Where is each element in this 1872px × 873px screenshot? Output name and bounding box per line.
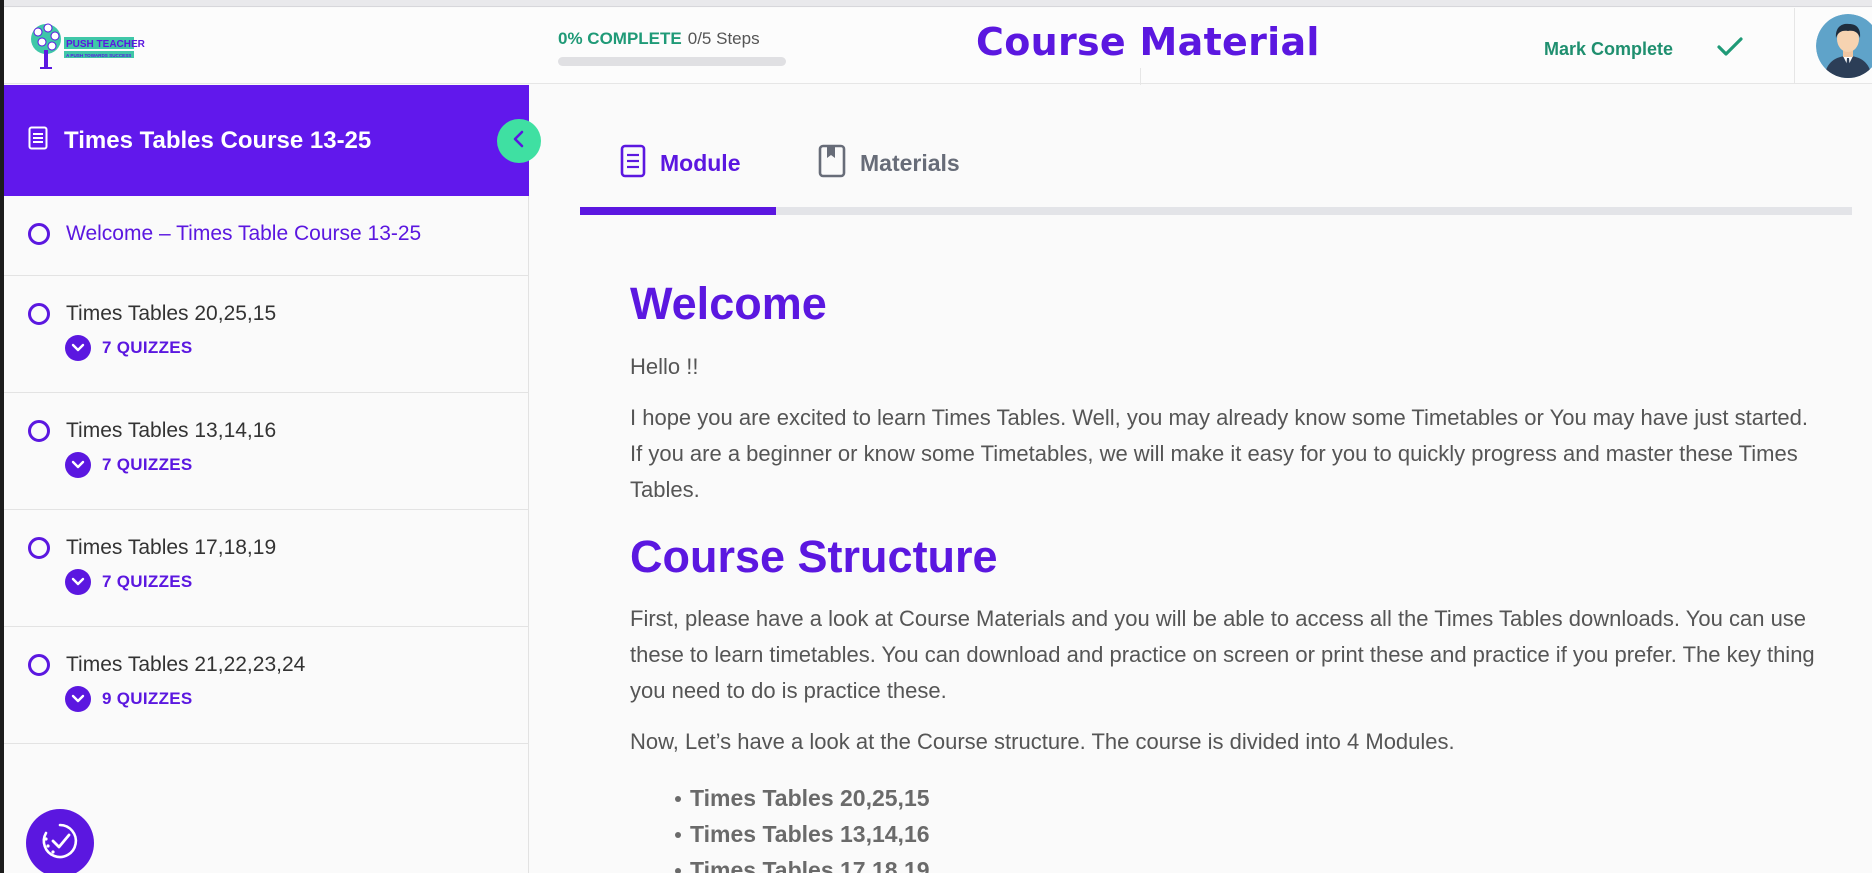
lesson-item-welcome[interactable]: Welcome – Times Table Course 13-25 bbox=[4, 196, 529, 276]
logo-title: PUSH TEACHER bbox=[66, 39, 146, 50]
lesson-label: Times Tables 17,18,19 bbox=[66, 536, 277, 559]
progress-label: 0% COMPLETE 0/5 Steps bbox=[558, 29, 760, 49]
hello-text: Hello !! bbox=[630, 354, 699, 379]
main-content: Module Materials Welcome Hello !! I hope… bbox=[530, 85, 1872, 873]
focus-mode-button[interactable] bbox=[26, 809, 94, 873]
chevron-down-icon bbox=[65, 335, 91, 361]
quizzes-toggle[interactable]: 7 QUIZZES bbox=[65, 569, 529, 595]
chevron-down-icon bbox=[65, 569, 91, 595]
tab-active-indicator bbox=[580, 207, 776, 215]
quizzes-count: 7 QUIZZES bbox=[102, 572, 193, 591]
lesson-label: Times Tables 20,25,15 bbox=[66, 302, 277, 325]
document-icon bbox=[620, 144, 646, 183]
stopwatch-check-icon bbox=[38, 819, 82, 868]
chevron-left-icon bbox=[512, 130, 526, 153]
structure-paragraph: First, please have a look at Course Mate… bbox=[630, 606, 1815, 703]
collapse-sidebar-button[interactable] bbox=[497, 119, 541, 163]
top-header: PUSH TEACHER A PUSH TOWARDS SUCCESS 0% C… bbox=[4, 8, 1872, 90]
lesson-item-21-22-23-24[interactable]: Times Tables 21,22,23,24 9 QUIZZES bbox=[4, 627, 529, 744]
lesson-status-circle-icon bbox=[28, 223, 50, 245]
content-tabs: Module Materials bbox=[580, 123, 1852, 215]
page-title: Course Material bbox=[976, 20, 1320, 64]
tab-label: Materials bbox=[860, 149, 960, 176]
list-item: Times Tables 13,14,16 bbox=[675, 816, 930, 852]
course-structure-heading: Course Structure bbox=[630, 531, 998, 582]
chevron-down-icon bbox=[65, 452, 91, 478]
window-top-border bbox=[0, 0, 1872, 7]
quizzes-count: 7 QUIZZES bbox=[102, 338, 193, 357]
lesson-label: Welcome – Times Table Course 13-25 bbox=[66, 222, 422, 245]
bookmark-book-icon bbox=[818, 144, 846, 183]
lesson-list: Welcome – Times Table Course 13-25 Times… bbox=[4, 196, 529, 744]
progress-steps: 0/5 Steps bbox=[687, 29, 760, 48]
chevron-down-icon bbox=[65, 686, 91, 712]
window-left-border bbox=[0, 0, 4, 873]
progress-bar bbox=[558, 57, 786, 66]
tab-module[interactable]: Module bbox=[620, 123, 741, 203]
lesson-status-circle-icon bbox=[28, 654, 50, 676]
lesson-status-circle-icon bbox=[28, 420, 50, 442]
module-list: Times Tables 20,25,15 Times Tables 13,14… bbox=[675, 780, 930, 873]
logo-tagline: A PUSH TOWARDS SUCCESS bbox=[66, 53, 131, 58]
modules-intro-paragraph: Now, Let’s have a look at the Course str… bbox=[630, 729, 1455, 754]
mark-complete-button[interactable]: Mark Complete bbox=[1544, 34, 1743, 64]
push-teacher-logo[interactable]: PUSH TEACHER A PUSH TOWARDS SUCCESS bbox=[28, 20, 163, 72]
lesson-status-circle-icon bbox=[28, 303, 50, 325]
quizzes-toggle[interactable]: 9 QUIZZES bbox=[65, 686, 529, 712]
document-icon bbox=[28, 126, 48, 155]
tab-materials[interactable]: Materials bbox=[818, 123, 960, 203]
header-divider bbox=[1794, 8, 1795, 84]
course-sidebar: Times Tables Course 13-25 Welcome – Time… bbox=[4, 85, 541, 873]
welcome-heading: Welcome bbox=[630, 278, 827, 329]
app-frame: PUSH TEACHER A PUSH TOWARDS SUCCESS 0% C… bbox=[0, 0, 1872, 873]
list-item: Times Tables 20,25,15 bbox=[675, 780, 930, 816]
checkmark-icon bbox=[1717, 36, 1743, 62]
intro-paragraph: I hope you are excited to learn Times Ta… bbox=[630, 405, 1809, 502]
lesson-label: Times Tables 21,22,23,24 bbox=[66, 653, 306, 676]
mark-complete-label: Mark Complete bbox=[1544, 38, 1674, 59]
quizzes-count: 7 QUIZZES bbox=[102, 455, 193, 474]
lesson-label: Times Tables 13,14,16 bbox=[66, 419, 277, 442]
lesson-status-circle-icon bbox=[28, 537, 50, 559]
quizzes-count: 9 QUIZZES bbox=[102, 689, 193, 708]
course-title: Times Tables Course 13-25 bbox=[64, 126, 372, 154]
quizzes-toggle[interactable]: 7 QUIZZES bbox=[65, 335, 529, 361]
course-header: Times Tables Course 13-25 bbox=[4, 85, 529, 196]
lesson-item-17-18-19[interactable]: Times Tables 17,18,19 7 QUIZZES bbox=[4, 510, 529, 627]
progress-percent: 0% COMPLETE bbox=[558, 29, 682, 48]
user-avatar[interactable] bbox=[1816, 14, 1872, 78]
list-item: Times Tables 17,18,19 bbox=[675, 852, 930, 873]
tab-label: Module bbox=[660, 149, 741, 176]
lesson-item-13-14-16[interactable]: Times Tables 13,14,16 7 QUIZZES bbox=[4, 393, 529, 510]
lesson-item-20-25-15[interactable]: Times Tables 20,25,15 7 QUIZZES bbox=[4, 276, 529, 393]
quizzes-toggle[interactable]: 7 QUIZZES bbox=[65, 452, 529, 478]
